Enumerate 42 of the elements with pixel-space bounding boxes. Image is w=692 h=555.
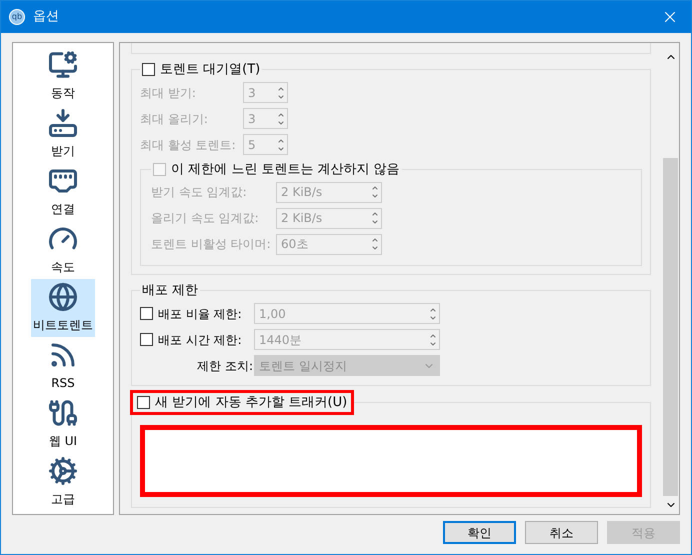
checkbox-label: 토렌트 대기열(T)	[160, 61, 260, 79]
dialog-button[interactable]: 취소	[525, 521, 598, 544]
group-title: 배포 제한	[141, 282, 200, 300]
globe-icon	[48, 282, 78, 312]
window-title: 옵션	[33, 8, 60, 26]
dialog-button[interactable]: 확인	[443, 521, 516, 544]
checkbox-label: 이 제한에 느린 토렌트는 계산하지 않음	[171, 160, 400, 178]
download-icon	[48, 108, 78, 138]
tracker-field[interactable]	[140, 425, 642, 497]
field-label: 배포 시간 제한:	[158, 332, 243, 348]
checkbox[interactable]	[137, 396, 150, 409]
spin-value: 1,00	[259, 306, 286, 322]
field-label: 받기 속도 임계값:	[151, 184, 248, 201]
spin-value: 2 KiB/s	[281, 210, 322, 227]
plug-icon	[48, 398, 78, 428]
field-label: 배포 비율 제한:	[158, 306, 243, 322]
sidebar-item[interactable]: 속도	[31, 221, 95, 279]
sidebar-item[interactable]: 연결	[31, 163, 95, 221]
spin-value: 1440분	[259, 332, 302, 348]
field-label: 제한 조치:	[197, 358, 253, 374]
field-label: 올리기 속도 임계값:	[151, 210, 260, 227]
sidebar-item[interactable]: 받기	[31, 105, 95, 163]
field-label: 최대 활성 토렌트:	[140, 136, 237, 154]
checkbox-label: 새 받기에 자동 추가할 트래커(U)	[155, 394, 348, 412]
app-logo-icon: qb	[9, 9, 25, 25]
sidebar-item[interactable]: 동작	[31, 47, 95, 105]
sidebar-item[interactable]: RSS	[31, 337, 95, 395]
sidebar-item[interactable]: 고급	[31, 453, 95, 511]
spin-value: 60초	[281, 236, 308, 253]
monitor-gear-icon	[48, 50, 78, 80]
gear-icon	[48, 456, 78, 486]
sidebar-item[interactable]: 비트토렌트	[31, 279, 95, 337]
field-label: 토렌트 비활성 타이머:	[151, 236, 272, 253]
scroll-thumb[interactable]	[663, 158, 678, 496]
sidebar-item[interactable]: 웹 UI	[31, 395, 95, 453]
spin-value: 3	[248, 84, 256, 102]
spin-value: 3	[248, 110, 256, 128]
field-label: 최대 받기:	[140, 84, 197, 102]
spin-value: 2 KiB/s	[281, 184, 322, 201]
spin-value: 5	[248, 136, 256, 154]
checkbox[interactable]	[142, 63, 155, 76]
field-label: 최대 올리기:	[140, 110, 209, 128]
